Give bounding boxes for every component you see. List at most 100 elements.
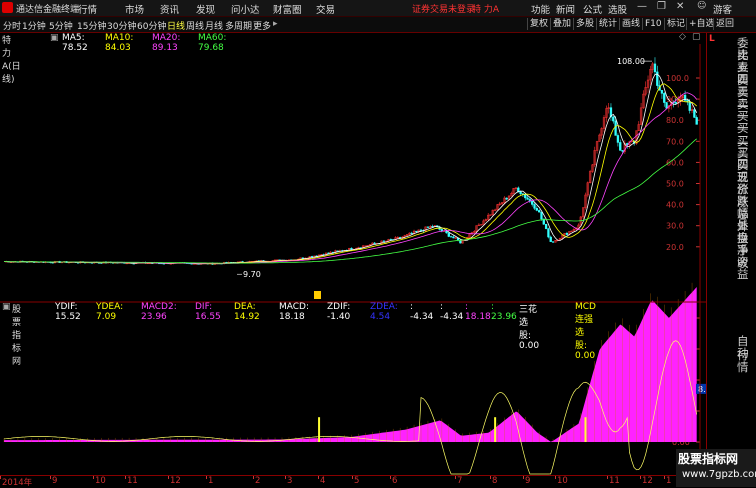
candle-body: [616, 135, 620, 143]
candle-body: [549, 236, 552, 242]
adjust-button[interactable]: 复权: [527, 18, 550, 30]
menu-function[interactable]: 功能: [531, 2, 550, 16]
x-axis-tick: [640, 476, 641, 479]
x-axis: 2014年 9 10 11 12 1 2 3 4 5 6 7 8 9 10 11 12 1: [0, 475, 706, 488]
x-axis-tick: [168, 476, 169, 479]
candle-body: [621, 150, 624, 152]
period-weekly[interactable]: 周线: [186, 19, 204, 32]
trade-login-alert[interactable]: 证券交易未登录: [412, 2, 475, 15]
user-icon[interactable]: ☺: [697, 1, 706, 11]
candle-body: [452, 236, 455, 239]
period-multi[interactable]: 多周期: [225, 19, 252, 32]
period-more[interactable]: 更多: [253, 19, 271, 32]
candle-body: [415, 230, 418, 232]
x-axis-label: 3: [287, 476, 293, 486]
menu-market[interactable]: 市场: [125, 2, 144, 16]
chart-canvas[interactable]: 100.090.080.070.060.050.040.030.020.0108…: [0, 44, 706, 475]
candle-body: [674, 102, 677, 104]
x-axis-label: 8: [492, 476, 498, 486]
candle-body: [665, 102, 668, 109]
ma-settings-icon[interactable]: ▣: [50, 33, 59, 43]
candle-body: [547, 228, 550, 238]
candle-body: [382, 240, 386, 242]
x-axis-tick: [125, 476, 126, 479]
f10-button[interactable]: F10: [642, 18, 664, 30]
period-1min[interactable]: 1分钟: [22, 19, 46, 32]
x-axis-tick: [285, 476, 286, 479]
period-15min[interactable]: 15分钟: [77, 19, 106, 32]
candle-body: [336, 250, 339, 252]
x-axis-label: 7: [457, 476, 463, 486]
watermark-title: 股票指标网: [678, 452, 739, 466]
candle-body: [612, 116, 615, 122]
indicator-settings-icon[interactable]: ▣: [2, 302, 11, 312]
menu-headlines[interactable]: 新闻: [556, 2, 575, 16]
menu-quotes[interactable]: 行情: [78, 2, 97, 16]
more-chevron-icon[interactable]: ▸: [273, 19, 278, 29]
user-name[interactable]: 游客: [713, 2, 732, 16]
minimize-icon[interactable]: —: [637, 1, 647, 12]
period-monthly[interactable]: 月线: [205, 19, 223, 32]
period-60min[interactable]: 60分钟: [137, 19, 166, 32]
menu-discover[interactable]: 发现: [196, 2, 215, 16]
mark-button[interactable]: 标记: [664, 18, 687, 30]
add-favorite-button[interactable]: +自选: [686, 18, 717, 30]
candle-body: [524, 194, 527, 199]
x-axis-label: 11: [609, 476, 620, 486]
candle-body: [531, 200, 534, 205]
price-axis-label: 20.0: [666, 243, 684, 252]
candle-body: [551, 241, 555, 243]
candle-body: [540, 211, 543, 220]
menu-ask[interactable]: 问小达: [231, 2, 260, 16]
current-stock: 特 力A: [472, 5, 500, 15]
period-30min[interactable]: 30分钟: [107, 19, 136, 32]
ydif-value: YDIF: 15.52: [55, 302, 81, 322]
x-axis-label: 2: [255, 476, 261, 486]
panel-marker: L: [709, 34, 715, 44]
price-axis-label: 70.0: [666, 137, 684, 146]
menu-stock-picker[interactable]: 选股: [608, 2, 627, 16]
macd-value: MACD: 18.18: [279, 302, 310, 322]
candle-body: [614, 120, 617, 136]
low-price-label: 9.70: [243, 270, 261, 279]
overlay-button[interactable]: 叠加: [550, 18, 573, 30]
draw-line-button[interactable]: 画线: [619, 18, 642, 30]
price-axis-label: 40.0: [666, 201, 684, 210]
x-axis-label: 6: [392, 476, 398, 486]
candle-body: [419, 229, 423, 231]
zdif-value: ZDIF: -1.40: [327, 302, 351, 322]
multi-stock-button[interactable]: 多股: [573, 18, 596, 30]
ydea-value: YDEA: 7.09: [96, 302, 124, 322]
mcd-signal-value: MCD连强选股: 0.00: [575, 302, 596, 361]
x-axis-label: 5: [354, 476, 360, 486]
quote-label[interactable]: 行情: [737, 349, 756, 373]
period-5min[interactable]: 5分钟: [49, 19, 73, 32]
candle-body: [426, 226, 430, 228]
statistics-button[interactable]: 统计: [596, 18, 619, 30]
candle-body: [447, 232, 450, 237]
menu-news[interactable]: 资讯: [160, 2, 179, 16]
candle-body: [389, 239, 393, 241]
quote-label-earnings: 收益: [737, 255, 749, 282]
period-timeshare[interactable]: 分时: [3, 19, 21, 32]
menu-formula[interactable]: 公式: [583, 2, 602, 16]
pin-icon[interactable]: ◇: [679, 32, 686, 42]
close-icon[interactable]: ✕: [676, 1, 684, 12]
field-a-value: : -4.34: [410, 302, 434, 322]
x-axis-label: 10: [557, 476, 568, 486]
window-mode-icon[interactable]: ▢: [692, 32, 701, 42]
period-daily[interactable]: 日线: [167, 19, 185, 32]
x-axis-label: 10: [95, 476, 106, 486]
price-axis-label: 30.0: [666, 222, 684, 231]
candle-body: [660, 90, 664, 94]
signal-bar: [494, 417, 497, 442]
candle-body: [535, 208, 538, 211]
menu-wealth[interactable]: 财富圈: [273, 2, 302, 16]
x-axis-label: 12: [170, 476, 181, 486]
restore-icon[interactable]: ❐: [657, 1, 666, 12]
x-axis-tick: [50, 476, 51, 479]
x-axis-tick: [664, 476, 665, 479]
quote-panel: L 委比 卖五 卖四 卖三 卖二 卖一 买一 买二 买三 买四 买五 现价 涨跌 涨幅 总量 外盘 换手 净资 收益…: [706, 33, 756, 487]
menu-trade[interactable]: 交易: [316, 2, 335, 16]
back-button[interactable]: 返回: [713, 18, 736, 30]
